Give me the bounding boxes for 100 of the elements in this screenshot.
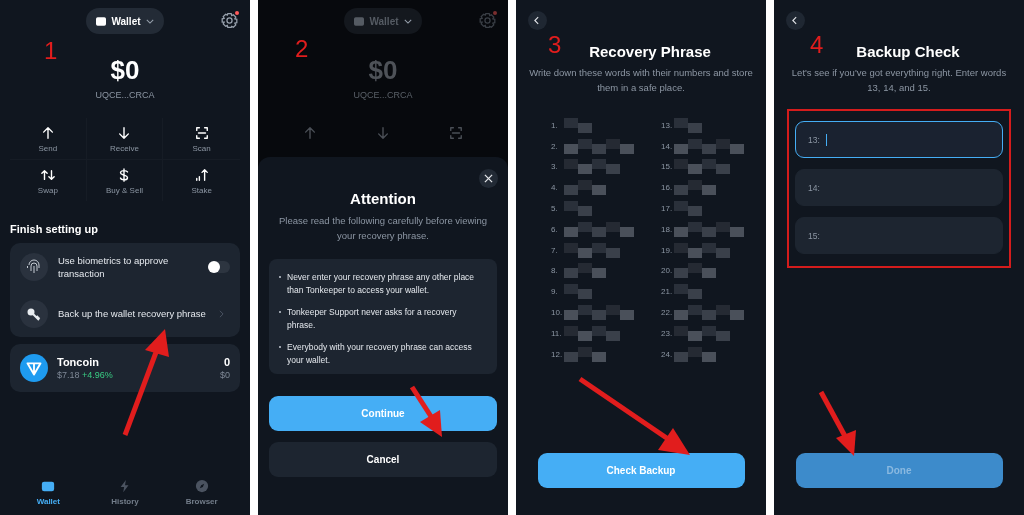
word-number: 10. — [551, 308, 563, 318]
word-number: 6. — [551, 224, 559, 234]
swap-arrows-icon — [40, 168, 55, 182]
chevron-left-icon — [792, 16, 797, 25]
back-button[interactable] — [528, 11, 547, 30]
dialog-subtitle: Please read the following carefully before viewing your recovery phrase. — [278, 214, 488, 243]
wallet-icon — [96, 16, 107, 26]
redacted-word — [674, 117, 702, 133]
word-number: 19. — [661, 245, 673, 255]
word-number: 24. — [661, 349, 673, 359]
arrow-up-icon — [302, 126, 317, 140]
redacted-word — [564, 325, 620, 341]
word-number: 12. — [551, 349, 563, 359]
word-number: 14. — [661, 141, 673, 151]
chart-arrow-icon — [194, 168, 209, 182]
close-button[interactable] — [479, 169, 498, 188]
close-icon — [484, 174, 493, 183]
redacted-word — [674, 242, 730, 258]
word-number: 13. — [661, 120, 673, 130]
text-cursor — [825, 133, 828, 146]
compass-icon — [194, 479, 209, 493]
token-price: $7.18 — [57, 370, 80, 380]
balance: $0 — [367, 55, 399, 85]
dialog-title: Attention — [350, 190, 416, 207]
page-subtitle: Write down these words with their numbers and store them in a safe place. — [528, 66, 754, 95]
redacted-word — [564, 263, 606, 279]
redacted-word — [674, 263, 716, 279]
arrow-down-icon — [117, 126, 132, 140]
redacted-word — [674, 138, 744, 154]
word-number: 22. — [661, 308, 673, 318]
redacted-word — [564, 180, 606, 196]
word-number: 4. — [551, 183, 559, 193]
page-subtitle: Let's see if you've got everything right. Enter words 13, 14, and 15. — [790, 66, 1008, 95]
redacted-word — [564, 117, 592, 133]
redacted-word — [564, 221, 634, 237]
chevron-down-icon — [145, 18, 154, 24]
word-number: 11. — [551, 328, 563, 338]
warning-text: Tonkeeper Support never asks for a recovery phrase. — [287, 306, 458, 331]
step-number: 3 — [548, 32, 562, 58]
chevron-left-icon — [534, 16, 539, 25]
wallet-address[interactable]: UQCE...CRCA — [0, 90, 250, 100]
token-name: Toncoin — [57, 356, 100, 368]
word-number: 18. — [661, 224, 673, 234]
word-number: 9. — [551, 287, 559, 297]
price-change: +4.96% — [82, 370, 113, 380]
word-number: 16. — [661, 183, 673, 193]
tab[interactable]: Wallet — [18, 479, 79, 506]
redacted-word — [674, 325, 730, 341]
wallet-address: UQCE...CRCA — [352, 90, 414, 100]
arrow-up-icon — [40, 126, 55, 140]
setup-item[interactable]: Use biometrics to approve transaction — [10, 243, 240, 290]
scan-icon — [449, 126, 464, 140]
settings-icon[interactable] — [221, 12, 238, 29]
redacted-word — [564, 242, 620, 258]
section-title: Finish setting up — [10, 223, 99, 235]
back-button[interactable] — [786, 11, 805, 30]
chevron-right-icon — [219, 309, 224, 318]
action-button[interactable]: Buy & Sell — [86, 160, 164, 201]
tab[interactable]: Browser — [171, 479, 232, 506]
redacted-word — [674, 305, 744, 321]
step-number: 1 — [44, 38, 58, 64]
action-button[interactable]: Receive — [86, 118, 164, 160]
token-row[interactable]: Toncoin $7.18 +4.96% 0 $0 — [10, 344, 240, 392]
word-field[interactable]: 13: — [795, 121, 1003, 158]
token-amount: 0 — [223, 356, 230, 368]
word-number: 15. — [661, 162, 673, 172]
token-value: $0 — [220, 370, 230, 380]
word-number: 21. — [661, 287, 673, 297]
balance: $0 — [109, 55, 141, 85]
word-number: 7. — [551, 245, 559, 255]
step-number: 2 — [295, 36, 309, 62]
word-field[interactable]: 15: — [795, 217, 1003, 254]
word-number: 5. — [551, 204, 559, 214]
arrow-down-icon — [376, 126, 390, 140]
redacted-word — [564, 159, 620, 175]
action-button[interactable]: Swap — [10, 160, 87, 201]
fingerprint-icon — [26, 258, 42, 275]
setup-item[interactable]: Back up the wallet recovery phrase — [10, 290, 240, 337]
word-number: 8. — [551, 266, 559, 276]
action-button[interactable]: Stake — [163, 160, 240, 201]
wallet-icon — [41, 479, 56, 493]
redacted-word — [674, 180, 716, 196]
redacted-word — [564, 346, 606, 362]
action-button[interactable]: Send — [10, 118, 87, 160]
tab[interactable]: History — [95, 479, 155, 506]
warning-text: Everybody with your recovery phrase can access your wallet. — [287, 341, 473, 366]
redacted-word — [674, 284, 702, 300]
redacted-word — [674, 159, 730, 175]
cancel-button[interactable]: Cancel — [269, 442, 497, 477]
word-field[interactable]: 14: — [795, 169, 1003, 206]
page-title: Backup Check — [856, 43, 960, 60]
redacted-word — [674, 221, 744, 237]
page-title: Recovery Phrase — [589, 43, 711, 60]
redacted-word — [564, 284, 592, 300]
redacted-word — [564, 201, 592, 217]
action-button[interactable]: Scan — [163, 118, 240, 160]
chevron-down-icon — [403, 18, 412, 24]
redacted-word — [564, 305, 634, 321]
wallet-switcher[interactable]: Wallet — [86, 8, 164, 34]
toggle-switch[interactable] — [208, 260, 230, 273]
